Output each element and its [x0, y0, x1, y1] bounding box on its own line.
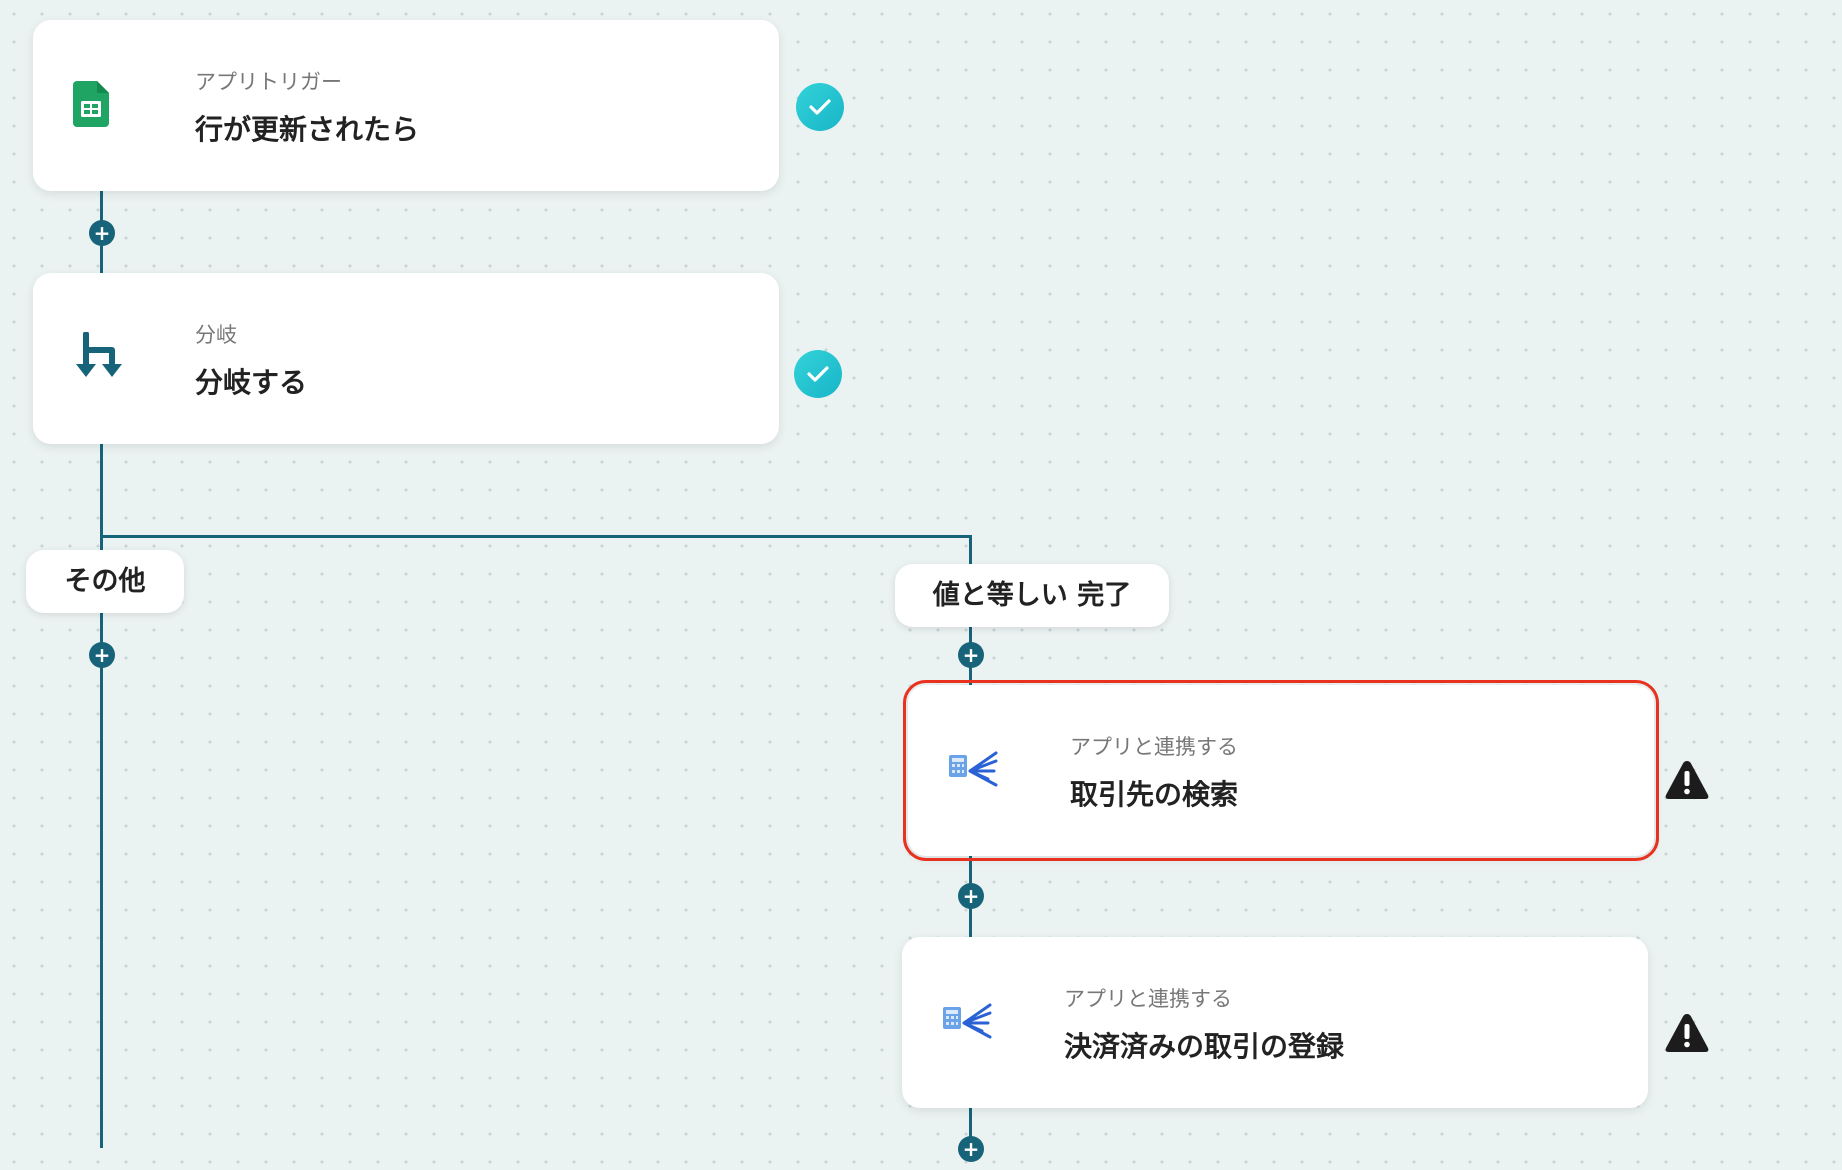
step-title: 取引先の検索: [1070, 778, 1239, 811]
branch-icon: [75, 330, 125, 386]
add-step-button[interactable]: +: [958, 1136, 984, 1162]
accounting-app-icon: [948, 749, 998, 793]
branch-label-other[interactable]: その他: [26, 550, 184, 613]
step-type-label: アプリと連携する: [1064, 987, 1232, 1011]
accounting-app-icon: [942, 1001, 992, 1045]
warning-icon[interactable]: [1663, 1011, 1711, 1055]
warning-icon[interactable]: [1663, 758, 1711, 802]
step-card-branch[interactable]: 分岐 分岐する: [33, 273, 779, 444]
step-title: 決済済みの取引の登録: [1064, 1030, 1345, 1063]
add-step-button[interactable]: +: [89, 220, 115, 246]
connector-line-branch-horizontal: [100, 535, 972, 538]
add-step-button[interactable]: +: [958, 883, 984, 909]
branch-label-text: その他: [64, 566, 146, 597]
branch-label-text: 値と等しい 完了: [932, 580, 1132, 611]
add-step-button[interactable]: +: [958, 642, 984, 668]
step-type-label: 分岐: [195, 323, 237, 347]
add-step-button[interactable]: +: [89, 642, 115, 668]
step-card-search-partner[interactable]: アプリと連携する 取引先の検索: [903, 680, 1659, 861]
step-card-trigger[interactable]: アプリトリガー 行が更新されたら: [33, 20, 779, 191]
branch-label-equals-complete[interactable]: 値と等しい 完了: [895, 564, 1169, 627]
step-title: 行が更新されたら: [195, 113, 420, 146]
step-title: 分岐する: [195, 366, 308, 399]
step-type-label: アプリトリガー: [195, 70, 342, 94]
step-type-label: アプリと連携する: [1070, 735, 1238, 759]
step-card-register-transaction[interactable]: アプリと連携する 決済済みの取引の登録: [902, 937, 1648, 1108]
google-sheets-icon: [73, 80, 109, 131]
check-complete-icon: [796, 83, 844, 131]
check-complete-icon: [794, 350, 842, 398]
